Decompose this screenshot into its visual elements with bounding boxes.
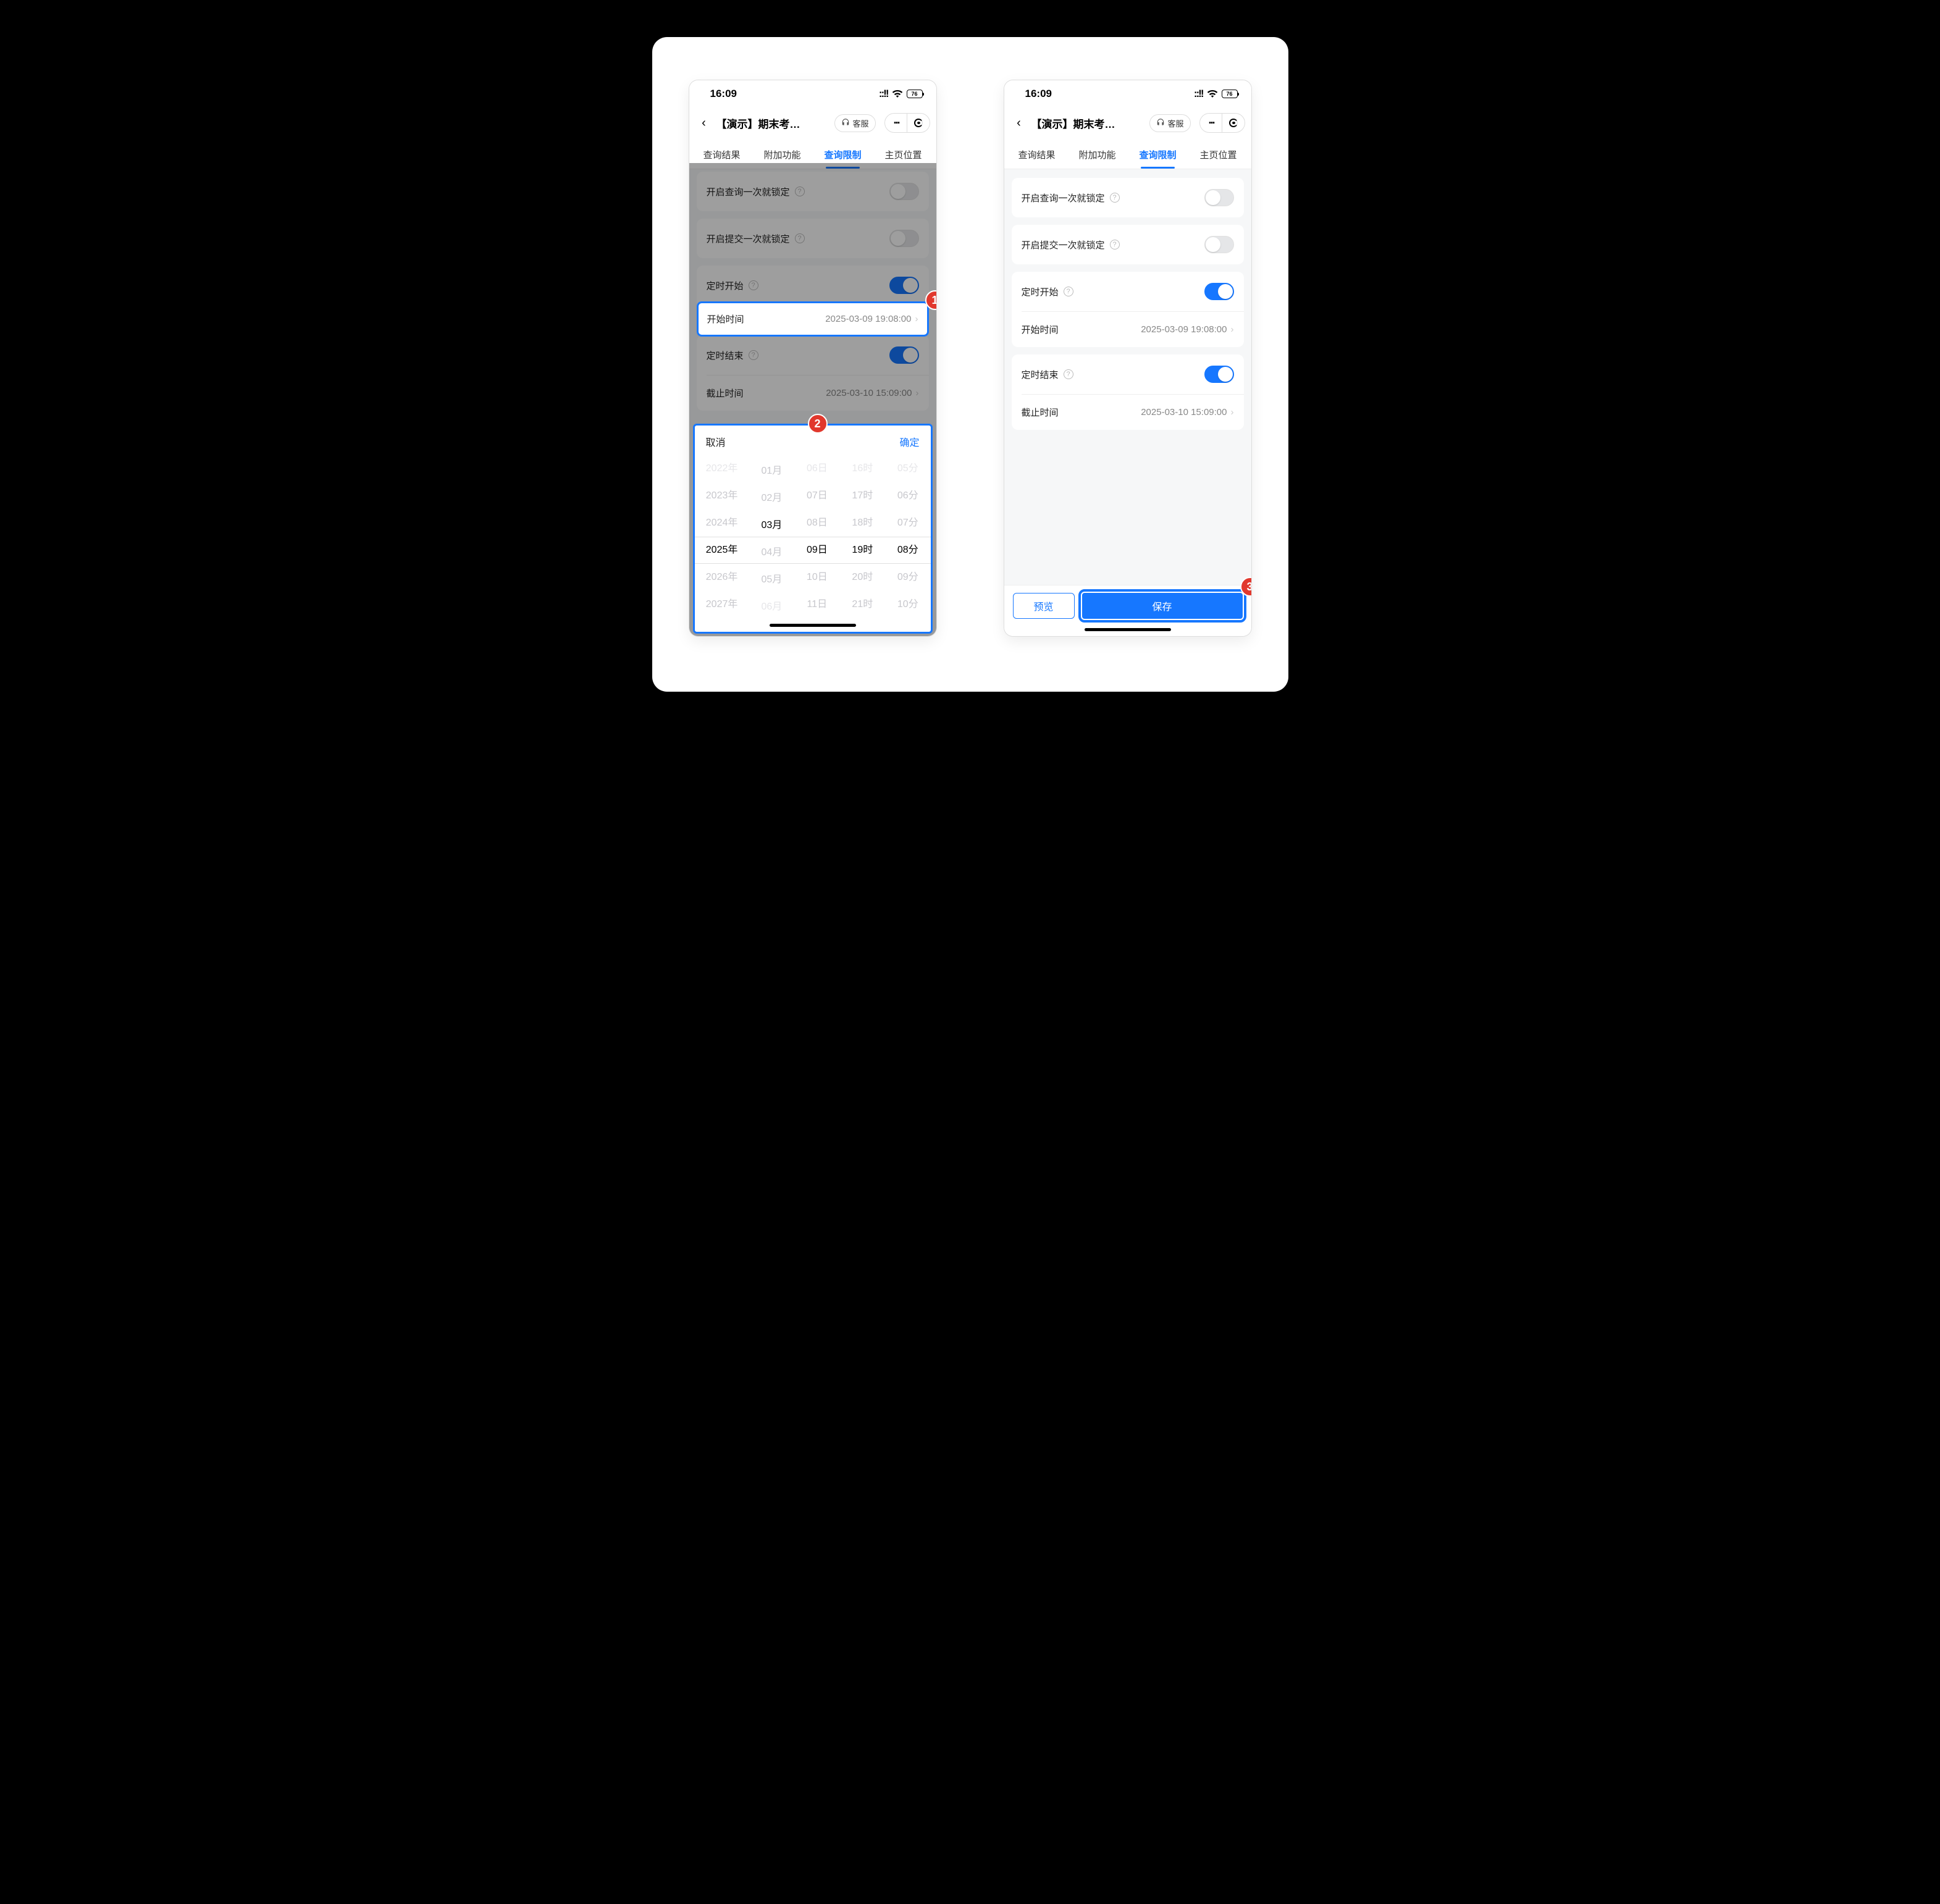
close-target-icon[interactable] xyxy=(907,114,930,132)
status-bar: 16:09 ::!! 76 xyxy=(689,80,936,107)
miniapp-capsule[interactable]: ··· xyxy=(884,113,930,133)
tab-bar: 查询结果 附加功能 查询限制 主页位置 xyxy=(1004,138,1251,169)
nav-bar: ‹ 【演示】期末考… 客服 ··· xyxy=(1004,107,1251,138)
status-time: 16:09 xyxy=(710,88,737,100)
row-lock-submit[interactable]: 开启提交一次就锁定? xyxy=(1012,225,1244,264)
toggle-timed-start[interactable] xyxy=(1204,283,1234,300)
battery-icon: 76 xyxy=(907,90,923,98)
signal-icon: ::!! xyxy=(1194,88,1203,100)
row-lock-query[interactable]: 开启查询一次就锁定? xyxy=(1012,178,1244,217)
datetime-picker[interactable]: 取消 确定 2022年 2023年 2024年 2025年 2026年 2027… xyxy=(693,424,933,634)
row-timed-start[interactable]: 定时开始? xyxy=(1012,272,1244,311)
row-start-time-highlighted[interactable]: 开始时间 2025-03-09 19:08:00 › xyxy=(697,301,929,337)
row-start-time[interactable]: 开始时间 2025-03-09 19:08:00 › xyxy=(1012,312,1244,347)
chevron-right-icon: › xyxy=(915,314,918,324)
headset-icon xyxy=(1156,118,1165,128)
toggle-lock-submit[interactable] xyxy=(1204,236,1234,253)
picker-cancel-button[interactable]: 取消 xyxy=(706,434,726,449)
toggle-timed-end[interactable] xyxy=(1204,366,1234,383)
settings-content: 开启查询一次就锁定? 开启提交一次就锁定? 定时开始? xyxy=(1004,169,1251,636)
home-indicator xyxy=(770,624,856,627)
row-timed-end[interactable]: 定时结束? xyxy=(1012,354,1244,394)
back-icon[interactable]: ‹ xyxy=(1010,116,1028,130)
picker-col-day[interactable]: 06日 07日 08日 09日 10日 11日 12日 xyxy=(794,455,839,621)
nav-bar: ‹ 【演示】期末考… 客服 ··· xyxy=(689,107,936,138)
status-bar: 16:09 ::!! 76 xyxy=(1004,80,1251,107)
save-button[interactable]: 保存 xyxy=(1082,593,1243,619)
help-icon[interactable]: ? xyxy=(1110,193,1120,203)
tab-home-position[interactable]: 主页位置 xyxy=(1197,145,1239,169)
phone-left: 16:09 ::!! 76 ‹ 【演示】期末考… 客服 ··· xyxy=(689,80,936,636)
more-icon[interactable]: ··· xyxy=(1200,114,1222,132)
tab-query-result[interactable]: 查询结果 xyxy=(1015,145,1057,169)
help-icon[interactable]: ? xyxy=(1064,287,1073,296)
customer-service-button[interactable]: 客服 xyxy=(1149,114,1190,132)
picker-col-minute[interactable]: 05分 06分 07分 08分 09分 10分 11分 xyxy=(885,455,930,621)
tab-query-limit[interactable]: 查询限制 xyxy=(1136,145,1178,169)
phone-right: 16:09 ::!! 76 ‹ 【演示】期末考… 客服 ··· xyxy=(1004,80,1251,636)
wifi-icon xyxy=(892,90,903,98)
more-icon[interactable]: ··· xyxy=(885,114,907,132)
annotation-badge-2: 2 xyxy=(808,414,828,434)
page-title: 【演示】期末考… xyxy=(1031,115,1115,131)
picker-col-year[interactable]: 2022年 2023年 2024年 2025年 2026年 2027年 2028… xyxy=(695,455,749,621)
close-target-icon[interactable] xyxy=(1222,114,1245,132)
miniapp-capsule[interactable]: ··· xyxy=(1199,113,1245,133)
picker-col-month[interactable]: 01月 02月 03月 04月 05月 06月 xyxy=(749,455,794,621)
help-icon[interactable]: ? xyxy=(1110,240,1120,250)
wifi-icon xyxy=(1207,90,1218,98)
headset-icon xyxy=(841,118,850,128)
chevron-right-icon: › xyxy=(1231,324,1234,335)
picker-confirm-button[interactable]: 确定 xyxy=(899,434,919,449)
customer-service-button[interactable]: 客服 xyxy=(834,114,875,132)
status-time: 16:09 xyxy=(1025,88,1052,100)
chevron-right-icon: › xyxy=(1231,407,1234,417)
picker-col-hour[interactable]: 16时 17时 18时 19时 20时 21时 22时 xyxy=(840,455,885,621)
tab-extra[interactable]: 附加功能 xyxy=(1076,145,1118,169)
home-indicator xyxy=(1085,628,1171,631)
toggle-lock-query[interactable] xyxy=(1204,189,1234,206)
battery-icon: 76 xyxy=(1222,90,1238,98)
help-icon[interactable]: ? xyxy=(1064,369,1073,379)
signal-icon: ::!! xyxy=(879,88,888,100)
back-icon[interactable]: ‹ xyxy=(695,116,713,130)
page-title: 【演示】期末考… xyxy=(716,115,800,131)
row-end-time[interactable]: 截止时间 2025-03-10 15:09:00 › xyxy=(1012,395,1244,430)
preview-button[interactable]: 预览 xyxy=(1013,593,1075,619)
